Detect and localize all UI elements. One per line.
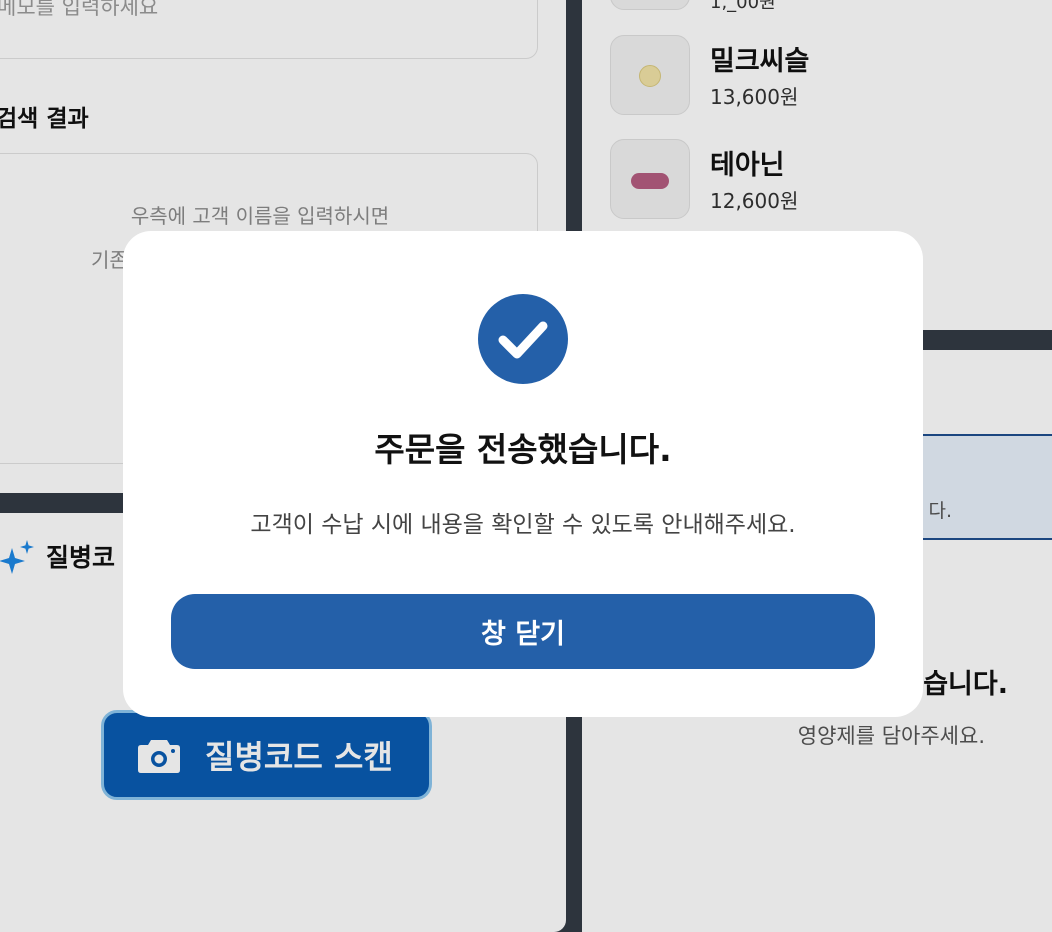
order-sent-dialog: 주문을 전송했습니다. 고객이 수납 시에 내용을 확인할 수 있도록 안내해주… [123,231,923,717]
dialog-title: 주문을 전송했습니다. [374,430,672,469]
check-circle-icon [478,294,568,384]
close-dialog-button[interactable]: 창 닫기 [171,594,875,669]
dialog-message: 고객이 수납 시에 내용을 확인할 수 있도록 안내해주세요. [250,512,796,538]
